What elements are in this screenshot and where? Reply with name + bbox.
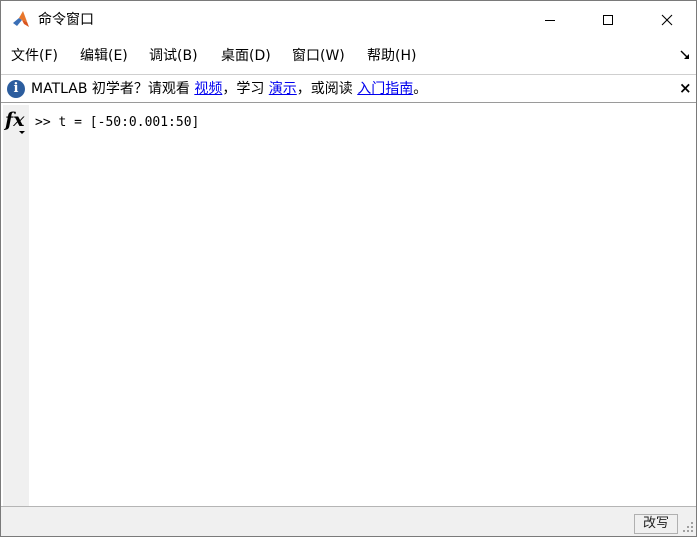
getting-started-link[interactable]: 入门指南 <box>357 81 413 97</box>
minimize-icon <box>545 20 555 21</box>
title-bar[interactable]: 命令窗口 <box>1 1 696 39</box>
maximize-icon <box>603 15 613 25</box>
menu-file[interactable]: 文件(F) <box>11 47 58 65</box>
command-window: 命令窗口 文件(F) 编辑(E) 调试(B) 桌面(D) 窗口(W) 帮助(H) <box>0 0 697 537</box>
command-line[interactable]: >> t = [-50:0.001:50] <box>35 114 199 132</box>
menu-debug[interactable]: 调试(B) <box>149 47 198 65</box>
command-input-area[interactable] <box>29 105 696 506</box>
menu-help[interactable]: 帮助(H) <box>367 47 416 65</box>
function-browser-icon[interactable]: fx <box>5 109 25 131</box>
info-sep2: ，或阅读 <box>296 81 358 97</box>
menu-bar: 文件(F) 编辑(E) 调试(B) 桌面(D) 窗口(W) 帮助(H) <box>1 39 696 73</box>
window-title: 命令窗口 <box>38 12 94 28</box>
info-prefix: MATLAB 初学者？请观看 <box>31 81 195 97</box>
info-text: MATLAB 初学者？请观看 视频，学习 演示，或阅读 入门指南。 <box>31 80 427 98</box>
info-bar: i MATLAB 初学者？请观看 视频，学习 演示，或阅读 入门指南。 × <box>1 74 696 103</box>
close-icon <box>661 14 673 26</box>
demo-link[interactable]: 演示 <box>269 81 297 97</box>
close-button[interactable] <box>638 1 696 39</box>
minimize-button[interactable] <box>521 1 579 39</box>
info-suffix: 。 <box>413 81 428 97</box>
matlab-logo-icon <box>13 11 29 27</box>
info-sep1: ，学习 <box>222 81 269 97</box>
resize-grip-icon[interactable] <box>682 520 694 534</box>
status-bar: 改写 <box>1 506 696 536</box>
info-icon: i <box>7 80 25 98</box>
undock-arrow-icon[interactable] <box>679 49 691 61</box>
info-close-icon[interactable]: × <box>679 81 693 96</box>
menu-window[interactable]: 窗口(W) <box>292 47 345 65</box>
overwrite-mode-indicator: 改写 <box>634 514 678 534</box>
menu-desktop[interactable]: 桌面(D) <box>221 47 271 65</box>
maximize-button[interactable] <box>579 1 637 39</box>
command-gutter <box>3 105 29 506</box>
fx-dropdown-icon <box>19 131 25 134</box>
video-link[interactable]: 视频 <box>194 81 222 97</box>
menu-edit[interactable]: 编辑(E) <box>80 47 128 65</box>
